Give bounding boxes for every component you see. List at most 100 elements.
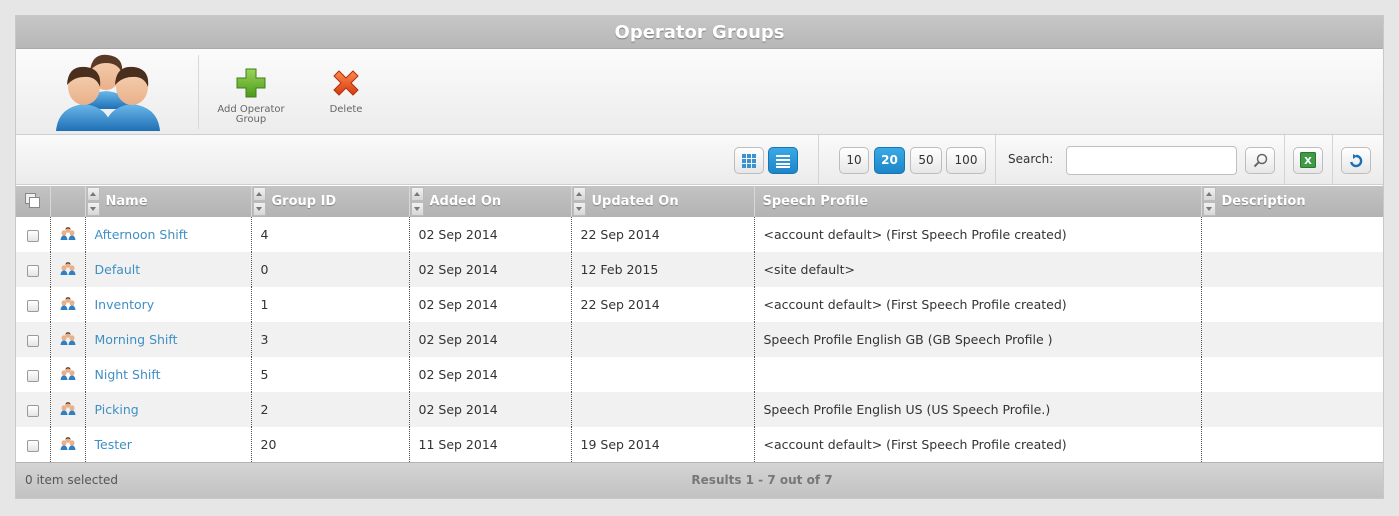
- cell-name[interactable]: Afternoon Shift: [84, 217, 251, 252]
- grid-view-button[interactable]: [734, 147, 764, 174]
- cell-speech-profile: <account default> (First Speech Profile …: [753, 217, 1201, 252]
- row-checkbox[interactable]: [26, 369, 39, 382]
- column-header-speech-profile[interactable]: Speech Profile: [753, 186, 1201, 217]
- row-icon-cell: [49, 427, 85, 462]
- add-operator-group-button[interactable]: Add Operator Group: [212, 67, 290, 125]
- cell-updated-on: 12 Feb 2015: [570, 252, 754, 287]
- table-row[interactable]: Night Shift 5 02 Sep 2014: [16, 357, 1383, 392]
- table-row[interactable]: Afternoon Shift 4 02 Sep 2014 22 Sep 2014 <a…: [16, 217, 1383, 252]
- cell-name[interactable]: Night Shift: [84, 357, 251, 392]
- table-row[interactable]: Inventory 1 02 Sep 2014 22 Sep 2014 <account…: [16, 287, 1383, 322]
- divider: [1332, 135, 1333, 185]
- row-checkbox[interactable]: [26, 299, 39, 312]
- cell-group-id: 4: [250, 217, 409, 252]
- select-all-header: [16, 186, 50, 217]
- add-operator-group-label: Add Operator Group: [217, 104, 285, 125]
- column-header-label: Speech Profile: [762, 194, 869, 209]
- cell-speech-profile: Speech Profile English US (US Speech Pro…: [753, 392, 1201, 427]
- page-size-100-button[interactable]: 100: [946, 147, 986, 174]
- row-checkbox[interactable]: [26, 334, 39, 347]
- sort-control[interactable]: [410, 187, 424, 216]
- cell-name[interactable]: Picking: [84, 392, 251, 427]
- row-checkbox-cell[interactable]: [16, 252, 50, 287]
- cell-name[interactable]: Tester: [84, 427, 251, 462]
- group-name-link[interactable]: Tester: [95, 437, 132, 452]
- cell-name[interactable]: Morning Shift: [84, 322, 251, 357]
- column-header-name[interactable]: Name: [84, 186, 251, 217]
- group-name-link[interactable]: Afternoon Shift: [95, 227, 188, 242]
- page-size-20-button[interactable]: 20: [874, 147, 905, 174]
- column-header-label: Description: [1221, 194, 1306, 209]
- cell-description: [1200, 357, 1383, 392]
- cell-description: [1200, 427, 1383, 462]
- select-all-checkbox[interactable]: [25, 193, 41, 209]
- row-checkbox[interactable]: [26, 404, 39, 417]
- table-row[interactable]: Morning Shift 3 02 Sep 2014 Speech Profile …: [16, 322, 1383, 357]
- export-excel-button[interactable]: X: [1293, 147, 1323, 174]
- group-name-link[interactable]: Morning Shift: [95, 332, 178, 347]
- operator-group-icon: [60, 262, 76, 278]
- sort-control[interactable]: [572, 187, 586, 216]
- row-icon-cell: [49, 252, 85, 287]
- row-checkbox[interactable]: [26, 264, 39, 277]
- column-header-description[interactable]: Description: [1200, 186, 1383, 217]
- page-size-50-button[interactable]: 50: [910, 147, 942, 174]
- operator-group-icon: [60, 367, 76, 383]
- search-button[interactable]: [1245, 147, 1275, 174]
- column-header-added-on[interactable]: Added On: [408, 186, 571, 217]
- row-checkbox-cell[interactable]: [16, 322, 50, 357]
- group-name-link[interactable]: Default: [95, 262, 141, 277]
- operator-group-icon: [60, 332, 76, 348]
- list-view-button[interactable]: [768, 147, 798, 174]
- table-row[interactable]: Tester 20 11 Sep 2014 19 Sep 2014 <account d…: [16, 427, 1383, 462]
- plus-icon: [236, 68, 266, 98]
- delete-button[interactable]: Delete: [316, 67, 376, 115]
- group-name-link[interactable]: Night Shift: [95, 367, 161, 382]
- search-input[interactable]: [1066, 146, 1237, 175]
- column-header-updated-on[interactable]: Updated On: [570, 186, 754, 217]
- page-title: Operator Groups: [16, 16, 1383, 49]
- cell-updated-on: 22 Sep 2014: [570, 287, 754, 322]
- refresh-button[interactable]: [1341, 147, 1371, 174]
- icon-column-header: [49, 186, 85, 217]
- divider: [1284, 135, 1285, 185]
- column-header-group-id[interactable]: Group ID: [250, 186, 409, 217]
- page-size-10-button[interactable]: 10: [839, 147, 869, 174]
- cell-added-on: 02 Sep 2014: [408, 287, 571, 322]
- table-row[interactable]: Default 0 02 Sep 2014 12 Feb 2015 <site defa…: [16, 252, 1383, 287]
- divider: [995, 135, 996, 185]
- row-icon-cell: [49, 392, 85, 427]
- cell-name[interactable]: Default: [84, 252, 251, 287]
- row-checkbox-cell[interactable]: [16, 287, 50, 322]
- cell-added-on: 02 Sep 2014: [408, 252, 571, 287]
- cell-description: [1200, 252, 1383, 287]
- cell-group-id: 20: [250, 427, 409, 462]
- sort-control[interactable]: [1202, 187, 1216, 216]
- delete-label: Delete: [329, 104, 363, 115]
- sort-control[interactable]: [86, 187, 100, 216]
- cell-updated-on: 22 Sep 2014: [570, 217, 754, 252]
- row-checkbox-cell[interactable]: [16, 427, 50, 462]
- row-checkbox[interactable]: [26, 229, 39, 242]
- cell-group-id: 2: [250, 392, 409, 427]
- row-icon-cell: [49, 322, 85, 357]
- cell-description: [1200, 217, 1383, 252]
- table-row[interactable]: Picking 2 02 Sep 2014 Speech Profile Englis…: [16, 392, 1383, 427]
- row-checkbox-cell[interactable]: [16, 217, 50, 252]
- column-header-label: Updated On: [591, 194, 679, 209]
- group-name-link[interactable]: Inventory: [95, 297, 155, 312]
- cell-added-on: 02 Sep 2014: [408, 357, 571, 392]
- row-checkbox[interactable]: [26, 439, 39, 452]
- row-checkbox-cell[interactable]: [16, 357, 50, 392]
- cell-name[interactable]: Inventory: [84, 287, 251, 322]
- grid-toolbar: 10 20 50 100 Search: X: [16, 135, 1383, 185]
- row-checkbox-cell[interactable]: [16, 392, 50, 427]
- cell-added-on: 02 Sep 2014: [408, 217, 571, 252]
- group-name-link[interactable]: Picking: [95, 402, 139, 417]
- operator-group-icon: [60, 297, 76, 313]
- sort-control[interactable]: [252, 187, 266, 216]
- cell-description: [1200, 287, 1383, 322]
- cell-updated-on: [570, 357, 754, 392]
- operator-groups-table: Name Group ID Added On Updated On Speech…: [16, 186, 1383, 462]
- grid-footer: 0 item selected Results 1 - 7 out of 7: [16, 462, 1383, 498]
